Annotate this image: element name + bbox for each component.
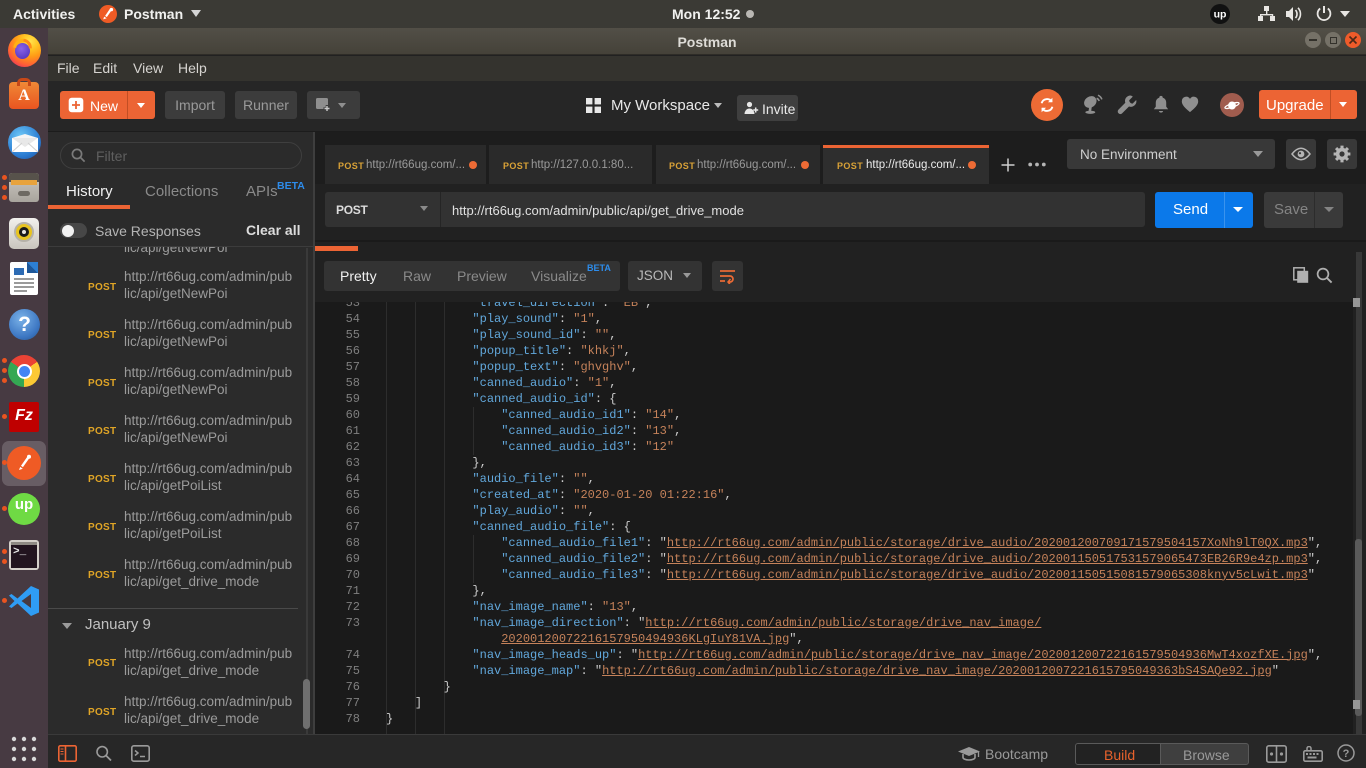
svg-text:?: ? <box>1343 748 1350 760</box>
svg-text:up: up <box>1214 9 1227 21</box>
